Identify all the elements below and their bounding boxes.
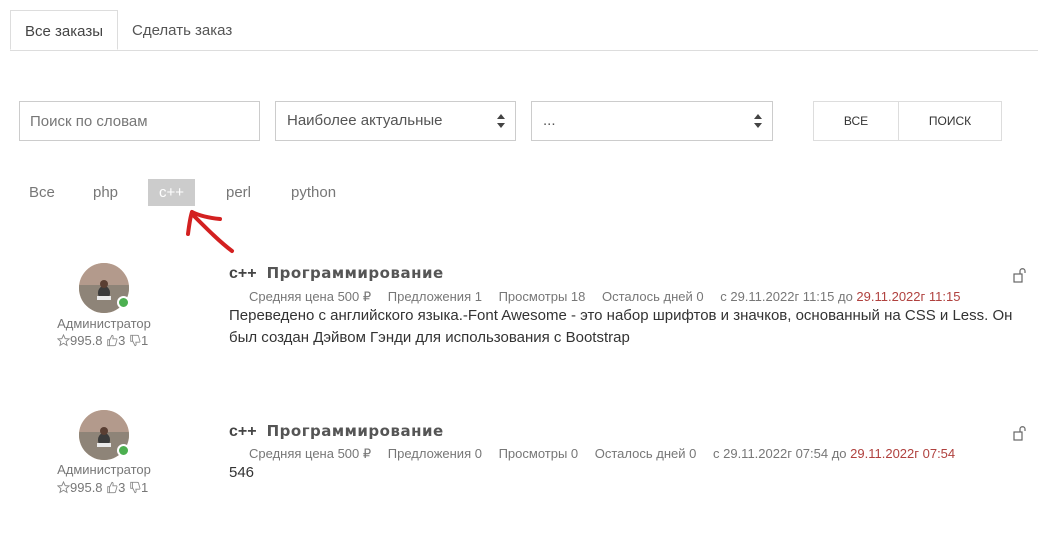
order-days-left: Осталось дней 0 (594, 446, 697, 461)
dislikes-value: 1 (141, 333, 149, 348)
order-price: Средняя цена 500 ₽ (249, 289, 372, 304)
tag-cpp[interactable]: c++ (148, 179, 196, 206)
order-views: Просмотры 18 (498, 289, 586, 304)
author-role: Администратор (57, 316, 151, 331)
order-views: Просмотры 0 (498, 446, 579, 461)
rating-value: 995.8 (70, 480, 103, 495)
likes-value: 3 (118, 480, 126, 495)
search-button[interactable]: ПОИСК (898, 101, 1002, 141)
thumbs-up-icon (107, 334, 118, 347)
annotation-arrow-icon (186, 210, 234, 253)
tag-php[interactable]: php (93, 179, 118, 206)
order-meta: Средняя цена 500 ₽ Предложения 1 Просмот… (249, 289, 960, 305)
order-category: Программирование (266, 422, 444, 440)
tab-make-order[interactable]: Сделать заказ (132, 10, 232, 50)
order-price: Средняя цена 500 ₽ (249, 446, 372, 461)
online-status-icon (117, 296, 130, 309)
thumbs-down-icon (130, 481, 141, 494)
star-icon (56, 480, 71, 494)
order-tag: c++ (229, 265, 257, 282)
order-meta: Средняя цена 500 ₽ Предложения 0 Просмот… (249, 446, 955, 462)
online-status-icon (117, 444, 130, 457)
unlock-icon[interactable] (1013, 267, 1027, 283)
category-select-value: ... (543, 112, 556, 129)
updown-arrows-icon (497, 114, 505, 128)
star-icon (56, 333, 71, 347)
rating-value: 995.8 (70, 333, 103, 348)
order-category: Программирование (266, 264, 444, 282)
author-stats: 995.8 3 1 (56, 333, 149, 348)
thumbs-up-icon (107, 481, 118, 494)
updown-arrows-icon (754, 114, 762, 128)
tag-perl[interactable]: perl (226, 179, 251, 206)
tag-all[interactable]: Все (29, 179, 55, 206)
order-tag: c++ (229, 423, 257, 440)
author-stats: 995.8 3 1 (56, 480, 149, 495)
author-role: Администратор (57, 462, 151, 477)
order-date-to: 29.11.2022г 11:15 (856, 289, 961, 304)
order-days-left: Осталось дней 0 (602, 289, 704, 304)
order-description: 546 (229, 464, 255, 481)
order-date-from: с 29.11.2022г 07:54 до (713, 446, 847, 461)
order-offers: Предложения 1 (387, 289, 482, 304)
all-button[interactable]: ВСЕ (813, 101, 899, 141)
likes-value: 3 (118, 333, 126, 348)
sort-select-value: Наиболее актуальные (287, 112, 443, 129)
dislikes-value: 1 (141, 480, 149, 495)
thumbs-down-icon (130, 334, 141, 347)
tab-all-orders[interactable]: Все заказы (10, 10, 118, 50)
search-input[interactable] (20, 102, 259, 140)
tab-bar: Все заказы Сделать заказ (10, 10, 1038, 51)
tag-python[interactable]: python (291, 179, 336, 206)
unlock-icon[interactable] (1013, 425, 1027, 441)
order-date-to: 29.11.2022г 07:54 (850, 446, 956, 461)
sort-select[interactable]: Наиболее актуальные (275, 101, 516, 141)
order-description: Переведено с английского языка.-Font Awe… (229, 307, 1013, 346)
category-select[interactable]: ... (531, 101, 773, 141)
order-date-from: с 29.11.2022г 11:15 до (720, 289, 853, 304)
order-offers: Предложения 0 (387, 446, 482, 461)
order-title[interactable]: c++ Программирование (229, 264, 444, 283)
order-title[interactable]: c++ Программирование (229, 422, 444, 441)
search-field[interactable] (19, 101, 260, 141)
